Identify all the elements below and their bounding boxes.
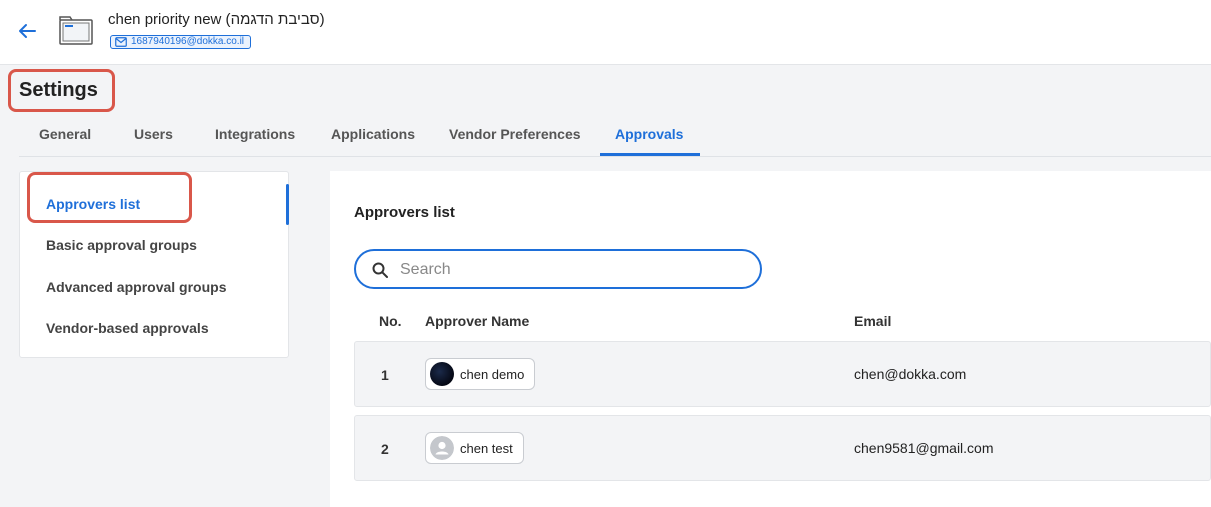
tab-general[interactable]: General [39,126,91,142]
avatar [430,362,454,386]
company-email-badge[interactable]: 1687940196@dokka.co.il [110,35,252,49]
company-folder-icon [59,16,93,45]
sidebar-item-highlight [27,172,192,223]
approver-chip[interactable]: chen test [425,432,524,464]
search-box[interactable] [354,249,762,289]
active-tab-indicator [600,153,700,156]
tab-applications[interactable]: Applications [331,126,415,142]
sidebar-item-advanced-approval-groups[interactable]: Advanced approval groups [46,279,226,295]
approvers-list-panel: Approvers list No. Approver Name Email 1… [330,171,1211,507]
settings-tabs: General Users Integrations Applications … [19,113,1211,157]
table-row[interactable]: 2 chen test chen9581@gmail.com [354,415,1211,481]
section-title: Approvers list [354,204,455,221]
company-name: chen priority new (סביבת הדגמה) [108,11,325,28]
search-input[interactable] [400,259,740,281]
tab-users[interactable]: Users [134,126,173,142]
sidebar-active-indicator [286,184,289,225]
approver-name: chen demo [460,366,525,382]
column-header-email: Email [854,313,892,329]
row-number: 2 [381,441,389,457]
tab-integrations[interactable]: Integrations [215,126,295,142]
company-email: 1687940196@dokka.co.il [131,36,245,47]
column-header-no: No. [379,313,402,329]
sidebar-item-basic-approval-groups[interactable]: Basic approval groups [46,237,197,253]
column-header-approver-name: Approver Name [425,313,530,329]
sidebar-item-vendor-based-approvals[interactable]: Vendor-based approvals [46,320,209,336]
approver-chip[interactable]: chen demo [425,358,536,390]
approver-email: chen9581@gmail.com [854,440,994,456]
back-arrow-icon[interactable] [16,20,38,42]
table-row[interactable]: 1 chen demo chen@dokka.com [354,341,1211,407]
search-icon [372,262,388,278]
top-bar: chen priority new (סביבת הדגמה) 16879401… [0,0,1211,65]
tab-approvals[interactable]: Approvals [615,126,683,142]
approver-name: chen test [460,440,513,456]
user-icon [430,436,454,460]
row-number: 1 [381,367,389,383]
tab-vendor-preferences[interactable]: Vendor Preferences [449,126,581,142]
mail-icon [115,37,127,47]
approver-email: chen@dokka.com [854,366,967,382]
page-title-highlight [8,69,115,112]
